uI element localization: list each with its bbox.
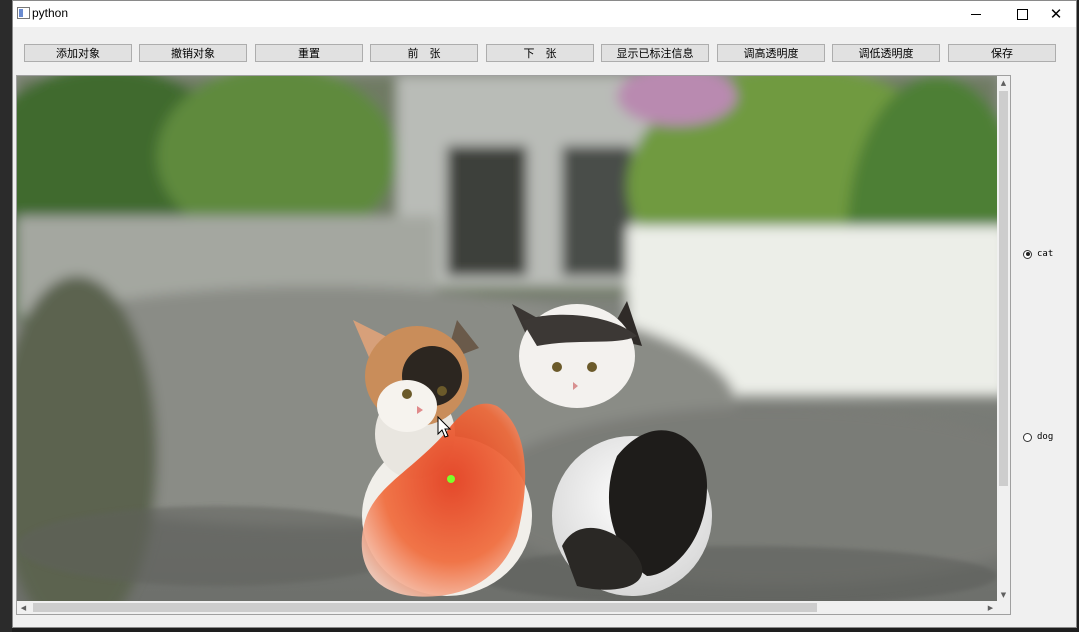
scroll-up-icon[interactable]: ▲: [997, 76, 1010, 89]
show-annotations-button[interactable]: 显示已标注信息: [601, 44, 709, 62]
horizontal-scrollbar[interactable]: ◀ ▶: [17, 601, 997, 614]
reset-button[interactable]: 重置: [255, 44, 363, 62]
increase-opacity-button[interactable]: 调高透明度: [717, 44, 825, 62]
vertical-scrollbar[interactable]: ▲ ▼: [997, 76, 1010, 601]
save-button[interactable]: 保存: [948, 44, 1056, 62]
scroll-right-icon[interactable]: ▶: [984, 601, 997, 614]
minimize-button[interactable]: [953, 1, 999, 27]
scroll-down-icon[interactable]: ▼: [997, 588, 1010, 601]
radio-label-cat: cat: [1037, 249, 1054, 259]
main-window: python ✕ 添加对象 撤销对象 重置 前 张 下 张 显示已标注信息 调高…: [12, 0, 1077, 628]
decrease-opacity-button[interactable]: 调低透明度: [832, 44, 940, 62]
minimize-icon: [971, 13, 981, 15]
scroll-corner: [997, 601, 1010, 614]
annotation-point: [447, 475, 455, 483]
close-button[interactable]: ✕: [1033, 1, 1079, 27]
image-photo: [17, 76, 997, 601]
radio-dog[interactable]: [1023, 432, 1032, 442]
scroll-left-icon[interactable]: ◀: [17, 601, 30, 614]
maximize-icon: [1016, 8, 1028, 20]
vertical-scroll-thumb[interactable]: [999, 91, 1008, 486]
close-icon: ✕: [1049, 4, 1063, 23]
previous-image-button[interactable]: 前 张: [370, 44, 478, 62]
radio-label-dog: dog: [1037, 432, 1054, 442]
next-image-button[interactable]: 下 张: [486, 44, 594, 62]
app-icon: [17, 7, 30, 19]
window-title: python: [32, 6, 69, 20]
add-object-button[interactable]: 添加对象: [24, 44, 132, 62]
title-bar: python ✕: [13, 1, 1076, 27]
label-option-dog[interactable]: dog: [1023, 432, 1053, 442]
background-window-strip: [0, 0, 12, 632]
horizontal-scroll-thumb[interactable]: [33, 603, 817, 612]
label-option-cat[interactable]: cat: [1023, 249, 1053, 259]
undo-object-button[interactable]: 撤销对象: [139, 44, 247, 62]
image-canvas[interactable]: ▲ ▼ ◀ ▶: [16, 75, 1011, 615]
radio-cat-checked[interactable]: [1023, 249, 1032, 259]
